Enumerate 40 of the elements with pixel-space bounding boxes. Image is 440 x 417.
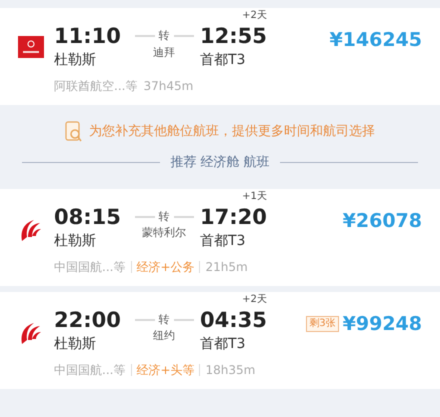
price: ¥99248 — [342, 312, 422, 336]
section-title: 推荐 经济舱 航班 — [170, 154, 270, 172]
day-offset: +1天 — [242, 190, 267, 204]
cabin-tag: 经济+公务 — [131, 260, 200, 272]
price: ¥26078 — [342, 208, 422, 234]
seats-left-badge: 剩3张 — [306, 316, 339, 332]
flight-duration: 37h45m — [143, 78, 194, 95]
departure-time: 22:00 — [54, 306, 121, 334]
transfer-label: 转 — [158, 28, 170, 44]
arrival-time: 17:20 — [200, 204, 267, 230]
arrival-time: 12:55 — [200, 23, 267, 50]
day-offset: +2天 — [242, 292, 267, 306]
transfer-city: 迪拜 — [153, 44, 175, 60]
departure-time: 08:15 — [54, 204, 121, 230]
arrival-airport: 首都T3 — [200, 51, 246, 70]
day-offset: +2天 — [242, 9, 267, 23]
flight-card[interactable]: 22:00 杜勒斯 转 纽约 +2天 04:35 首都T3 剩3张 ¥99248 中国国航...等 经济+头等 18h35m — [0, 292, 440, 388]
arrival-airport: 首都T3 — [200, 334, 246, 354]
transfer-city: 纽约 — [153, 328, 175, 344]
airline-name: 阿联酋航空...等 — [54, 78, 138, 95]
banner-text: 为您补充其他舱位航班，提供更多时间和航司选择 — [89, 123, 375, 142]
departure-time: 11:10 — [54, 23, 121, 50]
transfer-label: 转 — [158, 208, 170, 224]
departure-airport: 杜勒斯 — [54, 334, 97, 354]
price: ¥146245 — [329, 28, 422, 53]
airline-name: 中国国航...等 — [54, 362, 126, 378]
search-document-icon — [65, 121, 83, 143]
transfer-label: 转 — [158, 312, 170, 328]
airline-name: 中国国航...等 — [54, 258, 126, 276]
arrival-airport: 首都T3 — [200, 232, 246, 250]
departure-airport: 杜勒斯 — [54, 232, 97, 250]
flight-card[interactable]: 11:10 杜勒斯 转 迪拜 +2天 12:55 首都T3 ¥146245 阿联酋航空...等 37h45m — [0, 8, 440, 105]
arrival-time: 04:35 — [200, 306, 267, 334]
flight-duration: 18h35m — [206, 362, 256, 378]
flight-duration: 21h5m — [206, 258, 248, 276]
flight-card[interactable]: 08:15 杜勒斯 转 蒙特利尔 +1天 17:20 首都T3 ¥26078 中国国航...等 经济+公务 21h5m — [0, 188, 440, 286]
transfer-city: 蒙特利尔 — [142, 225, 186, 241]
departure-airport: 杜勒斯 — [54, 51, 97, 70]
cabin-tag: 经济+头等 — [131, 364, 200, 376]
airline-logo-icon — [18, 36, 44, 58]
